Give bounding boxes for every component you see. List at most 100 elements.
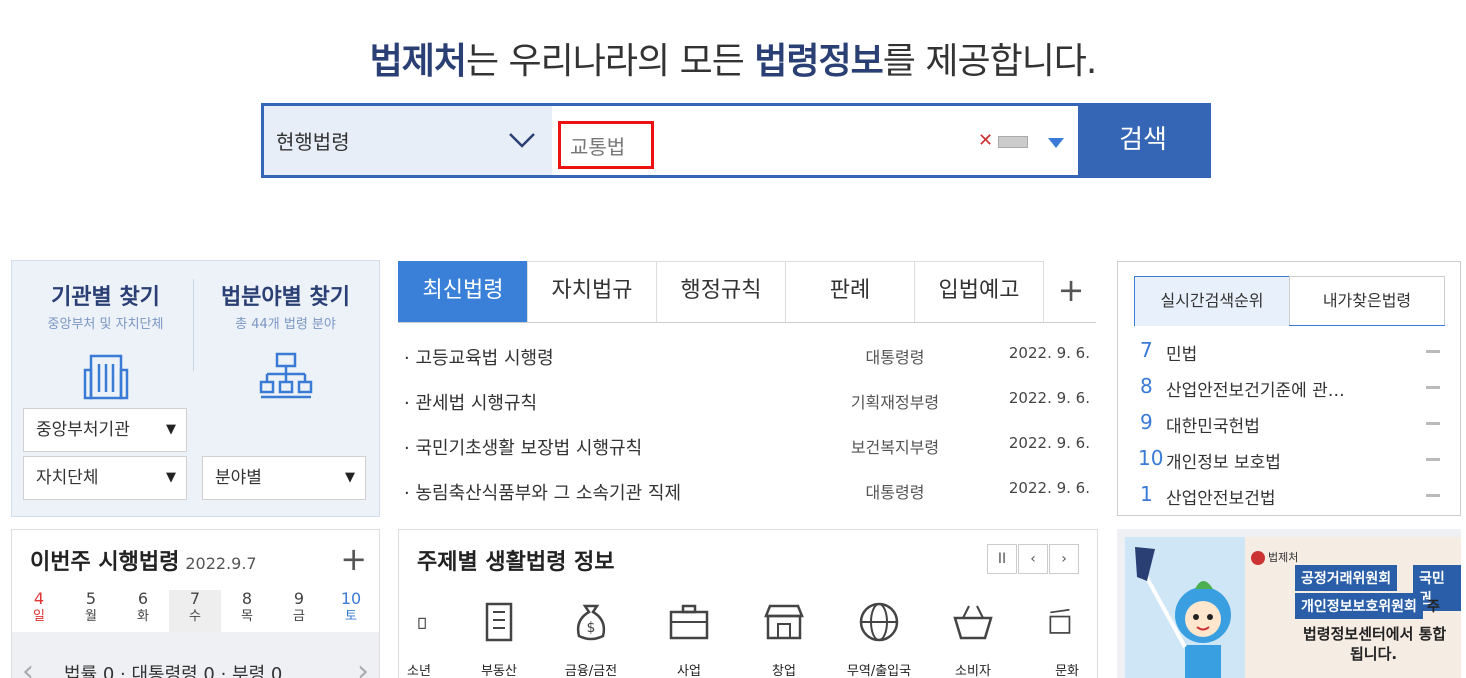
day-weekday: 화 — [137, 609, 149, 624]
tab-legislative-notice[interactable]: 입법예고 — [914, 261, 1044, 322]
find-by-field[interactable]: 법분야별 찾기 총 44개 법령 분야 — [198, 279, 373, 404]
more-button[interactable]: + — [340, 540, 367, 578]
this-week-panel: 이번주 시행법령 2022.9.7 + 4일 5월 6화 7수 8목 9금 10 토… — [11, 529, 380, 678]
topic-label: 소년 — [407, 664, 431, 678]
day-tue[interactable]: 6화 — [117, 590, 169, 626]
day-fri[interactable]: 9금 — [273, 590, 325, 626]
topic-panel: 주제별 생활법령 정보 II ‹ › 소년 부동산 $ 금융/금전 사업 창업 … — [398, 529, 1098, 678]
field-select-label: 분야별 — [215, 468, 262, 488]
banner-tag: 공정거래위원회 — [1295, 565, 1398, 591]
rank-name[interactable]: 개인정보 보호법 — [1166, 448, 1281, 473]
find-panel: 기관별 찾기 중앙부처 및 자치단체 법분야별 찾기 총 44개 법령 분야 중… — [11, 260, 380, 517]
day-mon[interactable]: 5월 — [65, 590, 117, 626]
day-weekday: 목 — [241, 609, 253, 624]
rank-name[interactable]: 산업안전보건법 — [1166, 484, 1275, 509]
topic-item-culture[interactable]: 문화 — [1029, 600, 1079, 678]
law-list-item[interactable]: · 국민기초생활 보장법 시행규칙 보건복지부령 2022. 9. 6. — [400, 434, 1090, 464]
headline-bold: 법령정보 — [754, 41, 883, 82]
search-ranking-panel: 실시간검색순위 내가찾은법령 7 민법 8 산업안전보건기준에 관… 9 대한민… — [1117, 261, 1461, 516]
week-title-text: 이번주 시행법령 — [30, 550, 180, 575]
central-agency-label: 중앙부처기관 — [36, 420, 130, 440]
topic-item-finance[interactable]: $ 금융/금전 — [551, 600, 631, 678]
rank-item[interactable]: 7 민법 — [1140, 338, 1440, 366]
rank-item[interactable]: 1 산업안전보건법 — [1140, 482, 1440, 510]
tab-precedents[interactable]: 판례 — [785, 261, 915, 322]
caret-down-icon[interactable] — [1048, 138, 1064, 148]
caret-down-icon: ▼ — [166, 422, 176, 437]
search-input[interactable] — [570, 133, 650, 157]
search-scope-select[interactable]: 현행법령 — [264, 106, 552, 175]
topic-item-business[interactable]: 사업 — [649, 600, 729, 678]
find-agency-sub: 중앙부처 및 자치단체 — [47, 317, 164, 332]
day-wed[interactable]: 7수 — [169, 590, 221, 634]
law-name[interactable]: · 국민기초생활 보장법 시행규칙 — [404, 434, 642, 460]
topic-item-youth[interactable]: 소년 — [389, 600, 449, 678]
law-list-item[interactable]: · 고등교육법 시행령 대통령령 2022. 9. 6. — [400, 344, 1090, 374]
topic-item-consumer[interactable]: 소비자 — [933, 600, 1013, 678]
day-weekday: 수 — [189, 609, 201, 624]
no-change-icon — [1426, 386, 1440, 389]
rank-name[interactable]: 산업안전보건기준에 관… — [1166, 376, 1345, 401]
local-gov-select[interactable]: 자치단체 ▼ — [23, 456, 187, 500]
day-sun[interactable]: 4일 — [13, 590, 65, 626]
search-button[interactable]: 검색 — [1078, 106, 1208, 175]
rank-number: 10 — [1138, 446, 1164, 470]
day-sat[interactable]: 10 토 — [325, 590, 377, 626]
tab-my-laws[interactable]: 내가찾은법령 — [1289, 276, 1445, 326]
money-bag-icon: $ — [576, 604, 606, 641]
law-name[interactable]: · 고등교육법 시행령 — [404, 344, 554, 370]
topic-title: 주제별 생활법령 정보 — [417, 550, 615, 575]
law-name[interactable]: · 관세법 시행규칙 — [404, 389, 537, 415]
tab-latest-laws[interactable]: 최신법령 — [398, 261, 528, 322]
more-button[interactable]: + — [1046, 261, 1096, 322]
rank-item[interactable]: 9 대한민국헌법 — [1140, 410, 1440, 438]
keyboard-icon[interactable] — [998, 136, 1028, 148]
topic-label: 금융/금전 — [564, 664, 618, 678]
no-change-icon — [1426, 350, 1440, 353]
no-change-icon — [1426, 458, 1440, 461]
chevron-down-icon — [509, 133, 535, 148]
topic-label: 소비자 — [955, 664, 991, 678]
law-date: 2022. 9. 6. — [1008, 344, 1090, 362]
no-change-icon — [1426, 494, 1440, 497]
caret-down-icon: ▼ — [166, 470, 176, 485]
page-headline: 법제처는 우리나라의 모든 법령정보를 제공합니다. — [0, 32, 1466, 84]
next-button[interactable]: › — [1049, 544, 1079, 574]
day-number: 10 — [340, 589, 362, 608]
topic-item-realestate[interactable]: 부동산 — [459, 600, 539, 678]
law-list-item[interactable]: · 관세법 시행규칙 기획재정부령 2022. 9. 6. — [400, 389, 1090, 419]
pause-button[interactable]: II — [987, 544, 1017, 574]
topic-item-startup[interactable]: 창업 — [744, 600, 824, 678]
day-thu[interactable]: 8목 — [221, 590, 273, 626]
rank-name[interactable]: 대한민국헌법 — [1166, 412, 1260, 437]
promo-banner[interactable]: 법제처 공정거래위원회 국민권 개인정보보호위원회 주 법령정보센터에서 통합 … — [1117, 529, 1461, 678]
tab-underline — [1289, 325, 1445, 326]
topic-label: 부동산 — [481, 664, 517, 678]
tab-admin-rules[interactable]: 행정규칙 — [656, 261, 786, 322]
day-number: 8 — [241, 589, 253, 608]
law-list-item[interactable]: · 농림축산식품부와 그 소속기관 직제 대통령령 2022. 9. 6. — [400, 479, 1090, 509]
tab-local-laws[interactable]: 자치법규 — [527, 261, 657, 322]
clear-icon[interactable]: ✕ — [978, 130, 993, 151]
svg-text:$: $ — [587, 620, 596, 636]
mascot-illustration — [1125, 537, 1245, 678]
prev-button[interactable]: ‹ — [1018, 544, 1048, 574]
field-select[interactable]: 분야별 ▼ — [202, 456, 366, 500]
central-agency-select[interactable]: 중앙부처기관 ▼ — [23, 408, 187, 452]
search-bar: 현행법령 ✕ 검색 — [261, 103, 1211, 178]
topic-label: 창업 — [772, 664, 796, 678]
tab-live-ranking[interactable]: 실시간검색순위 — [1134, 276, 1290, 326]
rank-name[interactable]: 민법 — [1166, 340, 1197, 365]
rank-item[interactable]: 8 산업안전보건기준에 관… — [1140, 374, 1440, 402]
rank-number: 8 — [1140, 374, 1153, 398]
rank-item[interactable]: 10 개인정보 보호법 — [1138, 446, 1440, 474]
find-by-agency[interactable]: 기관별 찾기 중앙부처 및 자치단체 — [18, 279, 193, 404]
basket-icon — [953, 605, 993, 640]
law-name[interactable]: · 농림축산식품부와 그 소속기관 직제 — [404, 479, 681, 505]
find-field-title: 법분야별 찾기 — [220, 285, 351, 310]
day-weekday: 일 — [33, 609, 45, 624]
chevron-left-icon[interactable]: ‹ — [22, 654, 34, 678]
topic-item-trade[interactable]: 무역/출입국 — [839, 600, 919, 678]
chevron-right-icon[interactable]: › — [357, 654, 369, 678]
mascot-icon — [1135, 547, 1231, 678]
